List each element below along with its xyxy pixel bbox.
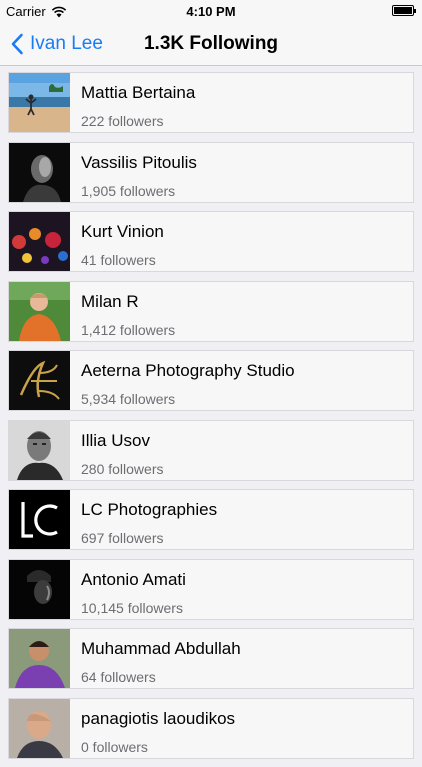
follower-count: 64 followers [81, 669, 156, 685]
bald-man-icon [9, 698, 70, 758]
avatar[interactable] [9, 142, 70, 202]
man-outdoors-icon [9, 281, 70, 341]
user-name: Muhammad Abdullah [81, 639, 241, 658]
dark-portrait-icon [9, 142, 70, 202]
gold-logo-icon [9, 351, 70, 410]
list-item[interactable]: Kurt Vinion 41 followers [8, 211, 414, 272]
avatar[interactable] [9, 212, 70, 271]
user-name: Illia Usov [81, 430, 150, 450]
follower-count: 0 followers [81, 738, 148, 755]
avatar[interactable] [9, 698, 70, 758]
user-name: panagiotis laoudikos [81, 708, 236, 728]
young-man-icon [9, 629, 70, 688]
user-name: Antonio Amati [81, 569, 186, 589]
avatar[interactable] [9, 490, 70, 549]
follower-count: 1,412 followers [81, 321, 176, 338]
lc-logo-icon [9, 490, 70, 549]
user-name: Vassilis Pitoulis [81, 152, 197, 172]
follower-count: 41 followers [81, 252, 156, 268]
list-item[interactable]: Antonio Amati 10,145 followers [8, 558, 414, 620]
user-name: Aeterna Photography Studio [81, 361, 295, 380]
list-item[interactable]: Milan R 1,412 followers [8, 280, 414, 342]
navigation-bar: Ivan Lee 1.3K Following [0, 22, 422, 66]
bokeh-lights-icon [9, 212, 70, 271]
follower-count: 280 followers [81, 460, 164, 477]
avatar[interactable] [9, 420, 70, 480]
follower-count: 10,145 followers [81, 599, 183, 616]
avatar[interactable] [9, 629, 70, 688]
follower-count: 697 followers [81, 530, 164, 546]
page-title: 1.3K Following [143, 33, 279, 54]
battery-icon [392, 5, 416, 16]
user-name: Kurt Vinion [81, 222, 164, 241]
status-time: 4:10 PM [186, 4, 236, 19]
follower-count: 5,934 followers [81, 391, 176, 407]
list-item[interactable]: LC Photographies 697 followers [8, 489, 414, 550]
avatar[interactable] [9, 351, 70, 410]
avatar[interactable] [9, 73, 70, 132]
list-item[interactable]: Mattia Bertaina 222 followers [8, 72, 414, 133]
list-item[interactable]: panagiotis laoudikos 0 followers [8, 697, 414, 759]
list-item[interactable]: Vassilis Pitoulis 1,905 followers [8, 141, 414, 203]
user-name: Milan R [81, 291, 139, 311]
user-name: LC Photographies [81, 500, 218, 519]
avatar[interactable] [9, 559, 70, 619]
avatar[interactable] [9, 281, 70, 341]
user-name: Mattia Bertaina [81, 83, 196, 102]
status-bar: Carrier 4:10 PM [0, 0, 422, 22]
following-list: Mattia Bertaina 222 followers Vassilis P… [8, 72, 414, 767]
follower-count: 1,905 followers [81, 182, 176, 199]
shadow-portrait-icon [9, 559, 70, 619]
beach-photo-icon [9, 73, 70, 132]
list-item[interactable]: Aeterna Photography Studio 5,934 followe… [8, 350, 414, 411]
follower-count: 222 followers [81, 113, 164, 129]
bw-portrait-icon [9, 420, 70, 480]
list-item[interactable]: Illia Usov 280 followers [8, 419, 414, 481]
list-item[interactable]: Muhammad Abdullah 64 followers [8, 628, 414, 689]
